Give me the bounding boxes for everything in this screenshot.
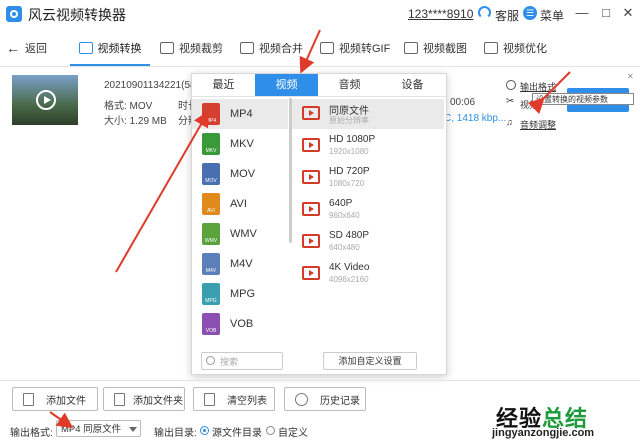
- annotation-arrows: [49, 29, 571, 429]
- arrow-to-mp4: [115, 110, 209, 273]
- arrow-to-format-select: [49, 411, 74, 429]
- arrow-to-video-tab: [299, 29, 321, 74]
- arrow-to-output-format: [527, 71, 571, 115]
